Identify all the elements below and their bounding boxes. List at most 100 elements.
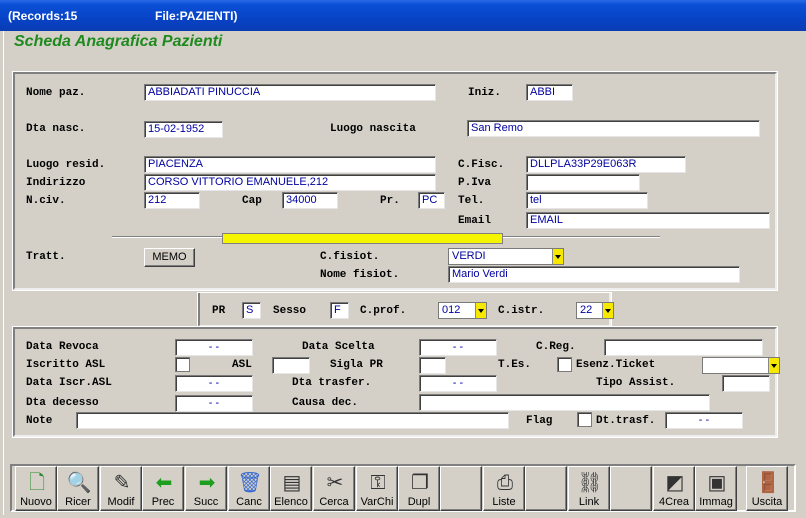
tipo-assist-input[interactable] <box>722 375 770 392</box>
data-scelta-input[interactable]: - - <box>419 339 497 356</box>
pr-flag-label: PR <box>212 305 226 317</box>
dt-trasf-input[interactable]: - - <box>665 412 743 429</box>
memo-button[interactable]: MEMO <box>144 248 195 267</box>
esenz-select[interactable] <box>702 357 780 374</box>
tipo-assist-label: Tipo Assist. <box>596 377 676 389</box>
toolbar-button-label: Ricer <box>65 496 91 508</box>
luogo-nascita-input[interactable]: San Remo <box>467 120 760 137</box>
causa-dec-input[interactable] <box>419 394 710 411</box>
chevron-down-icon[interactable] <box>552 249 563 264</box>
edit-icon: ✎ <box>113 472 131 494</box>
cfisiot-label: C.fisiot. <box>320 251 380 263</box>
toolbar-button-ricer[interactable]: 🔍 Ricer <box>57 466 99 511</box>
toolbar-button-label: Succ <box>193 496 219 508</box>
toolbar-spacer-button[interactable] <box>525 466 567 511</box>
chevron-down-icon[interactable] <box>602 303 613 318</box>
toolbar-button-label: Link <box>578 496 600 508</box>
keys-icon: ⚿ <box>370 472 386 494</box>
cfisiot-select[interactable]: VERDI <box>448 248 564 265</box>
tes-checkbox[interactable] <box>557 357 572 372</box>
dt-trasf-label: Dt.trasf. <box>596 415 656 427</box>
toolbar-button-liste[interactable]: ⎙ Liste <box>483 466 525 511</box>
toolbar-button-label: Modif <box>107 496 135 508</box>
nciv-label: N.civ. <box>26 195 66 207</box>
toolbar-button-4crea[interactable]: ◩ 4Crea <box>653 466 695 511</box>
iniz-input[interactable]: ABBI <box>526 84 573 101</box>
exit-door-icon: 🚪 <box>755 472 781 494</box>
pr-label: Pr. <box>380 195 400 207</box>
toolbar-button-label: Canc <box>236 496 262 508</box>
toolbar-button-link[interactable]: ⛓ Link <box>568 466 610 511</box>
esenz-label: Esenz.Ticket <box>576 359 656 371</box>
cistr-label: C.istr. <box>498 305 545 317</box>
nome-input[interactable]: ABBIADATI PINUCCIA <box>144 84 436 101</box>
toolbar-button-label: Immag <box>699 496 733 508</box>
toolbar-button-label: Elenco <box>274 496 308 508</box>
toolbar-button-canc[interactable]: 🗑 Canc <box>228 466 270 511</box>
toolbar-button-dupl[interactable]: ❐ Dupl <box>398 466 440 511</box>
data-revoca-label: Data Revoca <box>26 341 99 353</box>
tes-label: T.Es. <box>498 359 532 371</box>
email-input[interactable]: EMAIL <box>526 212 770 229</box>
data-iscr-label: Data Iscr.ASL <box>26 377 112 389</box>
cfisc-input[interactable]: DLLPLA33P29E063R <box>526 156 686 173</box>
indirizzo-input[interactable]: CORSO VITTORIO EMANUELE,212 <box>144 174 436 191</box>
toolbar-button-elenco[interactable]: ▤ Elenco <box>270 466 312 511</box>
nciv-input[interactable]: 212 <box>144 192 200 209</box>
data-scelta-label: Data Scelta <box>302 341 375 353</box>
toolbar-button-label: Cerca <box>319 496 349 508</box>
toolbar-button-nuovo[interactable]: 🗋 Nuovo <box>15 466 57 511</box>
toolbar-button-uscita[interactable]: 🚪 Uscita <box>746 466 788 511</box>
tel-label: Tel. <box>458 195 485 207</box>
luogo-nascita-label: Luogo nascita <box>330 123 416 135</box>
arrow-right-icon: ➡ <box>198 472 216 494</box>
creg-input[interactable] <box>604 339 763 356</box>
pr-input[interactable]: PC <box>418 192 445 209</box>
tel-input[interactable]: tel <box>526 192 648 209</box>
toolbar-button-modif[interactable]: ✎ Modif <box>100 466 142 511</box>
chevron-down-icon[interactable] <box>475 303 486 318</box>
chevron-down-icon[interactable] <box>768 358 779 373</box>
piva-input[interactable] <box>526 174 640 191</box>
flag-checkbox[interactable] <box>577 412 592 427</box>
pr-flag-input[interactable]: S <box>242 302 261 319</box>
luogo-resid-input[interactable]: PIACENZA <box>144 156 436 173</box>
toolbar-button-cerca[interactable]: ✂ Cerca <box>313 466 355 511</box>
cap-input[interactable]: 34000 <box>282 192 338 209</box>
asl-input[interactable] <box>272 357 310 374</box>
toolbar-button-succ[interactable]: ➡ Succ <box>185 466 227 511</box>
cprof-select[interactable]: 012 <box>438 302 487 319</box>
causa-dec-label: Causa dec. <box>292 397 359 409</box>
email-label: Email <box>458 215 492 227</box>
dta-trasfer-input[interactable]: - - <box>419 375 497 392</box>
note-input[interactable] <box>76 412 509 429</box>
toolbar-button-prec[interactable]: ⬅ Prec <box>142 466 184 511</box>
sigla-pr-input[interactable] <box>419 357 446 374</box>
printer-icon: ⎙ <box>497 472 513 494</box>
data-iscr-input[interactable]: - - <box>175 375 253 392</box>
note-label: Note <box>26 415 53 427</box>
iscritto-asl-checkbox[interactable] <box>175 357 190 372</box>
toolbar-button-varchi[interactable]: ⚿ VarChi <box>356 466 398 511</box>
data-revoca-input[interactable]: - - <box>175 339 253 356</box>
nome-fisiot-input[interactable]: Mario Verdi <box>448 266 740 283</box>
creg-label: C.Reg. <box>536 341 576 353</box>
dta-nasc-label: Dta nasc. <box>26 123 86 135</box>
sesso-input[interactable]: F <box>330 302 349 319</box>
sesso-label: Sesso <box>273 305 307 317</box>
toolbar-button-immag[interactable]: ▣ Immag <box>695 466 737 511</box>
progress-bar <box>222 233 503 244</box>
toolbar-spacer-button[interactable] <box>610 466 652 511</box>
nome-label: Nome paz. <box>26 87 86 99</box>
trash-icon: 🗑 <box>237 472 263 494</box>
indirizzo-label: Indirizzo <box>26 177 86 189</box>
toolbar-button-label: VarChi <box>360 496 394 508</box>
dta-decesso-input[interactable]: - - <box>175 395 253 412</box>
asl-label: ASL <box>232 359 252 371</box>
cap-label: Cap <box>242 195 262 207</box>
toolbar-spacer-button[interactable] <box>440 466 482 511</box>
cistr-select[interactable]: 22 <box>576 302 614 319</box>
toolbar-button-label: 4Crea <box>659 496 689 508</box>
dta-nasc-input[interactable]: 15-02-1952 <box>144 121 223 138</box>
duplicate-icon: ❐ <box>411 472 429 494</box>
